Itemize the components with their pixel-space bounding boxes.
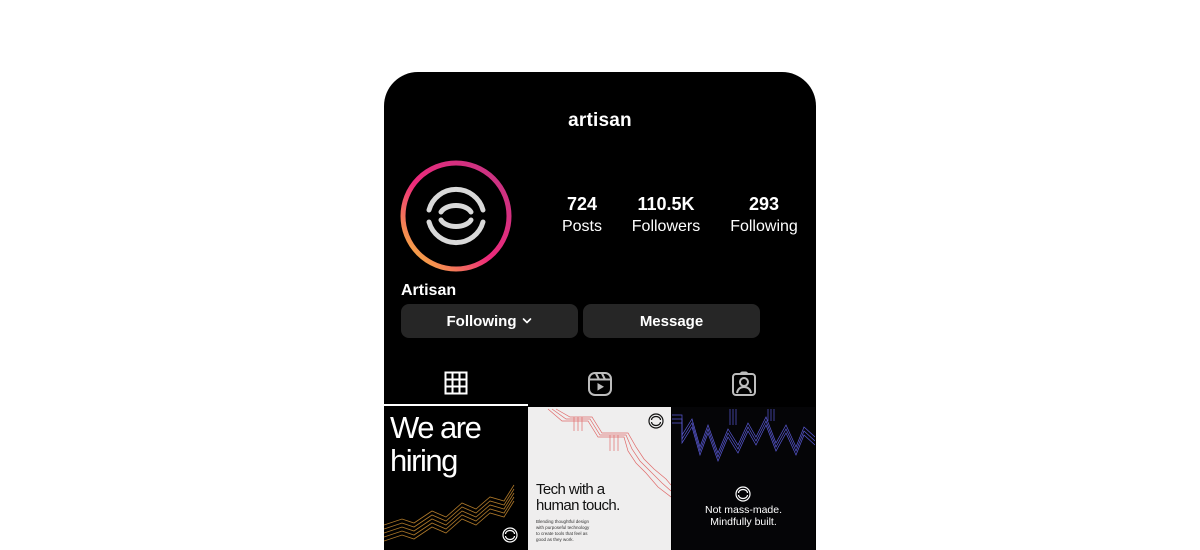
- following-label: Following: [730, 218, 798, 235]
- post-tile-mindful[interactable]: Not mass-made. Mindfully built.: [672, 407, 815, 550]
- posts-grid: We are hiring Tech with a human touch. B…: [384, 407, 816, 550]
- display-name: Artisan: [401, 282, 457, 299]
- avatar[interactable]: [400, 160, 512, 272]
- post-mindful-line1: Not mass-made.: [704, 504, 783, 516]
- post-tech-headline-line2: human touch.: [536, 497, 620, 514]
- decorative-lines: [672, 409, 815, 462]
- reels-icon: [588, 372, 612, 396]
- post-tech-headline: Tech with a human touch.: [536, 482, 620, 514]
- tab-reels[interactable]: [528, 362, 672, 406]
- following-count: 293: [748, 194, 780, 214]
- profile-stats: 724 Posts 110.5K Followers 293 Following: [544, 192, 816, 242]
- artisan-logo-icon: [502, 527, 518, 543]
- message-button-label: Message: [639, 312, 704, 330]
- tab-posts-grid[interactable]: [384, 362, 528, 406]
- grid-icon: [444, 371, 468, 395]
- artisan-logo-icon: [735, 486, 751, 502]
- tab-tagged[interactable]: [672, 362, 816, 406]
- message-button[interactable]: Message: [583, 304, 760, 338]
- profile-tabs: [384, 362, 816, 406]
- following-button[interactable]: Following: [401, 304, 578, 338]
- followers-stat[interactable]: 110.5K Followers: [616, 192, 716, 238]
- following-stat[interactable]: 293 Following: [714, 192, 814, 238]
- followers-count: 110.5K: [637, 194, 695, 214]
- post-mindful-line2: Mindfully built.: [710, 516, 777, 528]
- profile-screen: artisan 724 Posts 110.5K Followers 293 F…: [384, 72, 816, 550]
- artisan-logo-icon: [648, 413, 664, 429]
- post-tile-hiring[interactable]: We are hiring: [384, 407, 527, 550]
- following-button-label: Following: [446, 312, 517, 330]
- post-tech-body: Blending thoughtful design with purposef…: [536, 519, 616, 543]
- post-tech-body-line4: good as they work.: [536, 537, 574, 542]
- story-ring: [400, 160, 512, 272]
- post-mindful-text: Not mass-made. Mindfully built.: [672, 504, 815, 528]
- followers-label: Followers: [631, 218, 701, 235]
- tagged-icon: [732, 371, 756, 396]
- post-tile-tech[interactable]: Tech with a human touch. Blending though…: [528, 407, 671, 550]
- profile-username: artisan: [568, 110, 632, 131]
- chevron-down-icon: [522, 317, 532, 325]
- post-tech-headline-line1: Tech with a: [536, 481, 605, 498]
